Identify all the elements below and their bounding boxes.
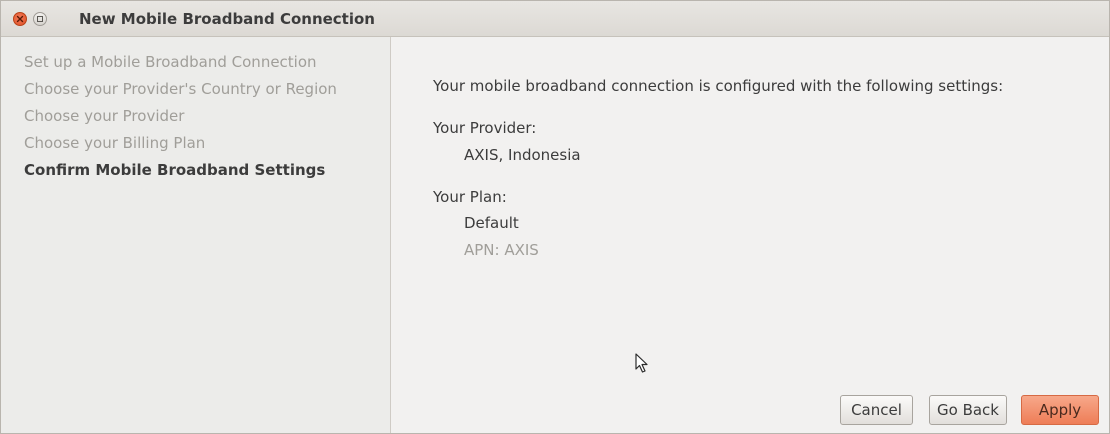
go-back-button[interactable]: Go Back [929,395,1007,425]
dialog-window: New Mobile Broadband Connection Set up a… [0,0,1110,434]
apn-value: APN: AXIS [464,241,539,259]
provider-value: AXIS, Indonesia [464,146,581,164]
mouse-pointer-icon [635,353,648,373]
window-title: New Mobile Broadband Connection [79,10,375,28]
close-icon [16,15,24,23]
plan-heading: Your Plan: [433,188,507,206]
step-setup: Set up a Mobile Broadband Connection [24,53,317,71]
plan-value: Default [464,214,519,232]
maximize-icon [37,16,43,22]
close-button[interactable] [13,12,27,26]
wizard-steps-sidebar: Set up a Mobile Broadband Connection Cho… [1,37,391,433]
step-confirm: Confirm Mobile Broadband Settings [24,161,326,179]
confirm-settings-pane: Your mobile broadband connection is conf… [391,37,1109,433]
apply-button[interactable]: Apply [1021,395,1099,425]
provider-heading: Your Provider: [433,119,537,137]
title-bar[interactable]: New Mobile Broadband Connection [1,1,1109,37]
step-billing-plan: Choose your Billing Plan [24,134,206,152]
intro-text: Your mobile broadband connection is conf… [433,77,1004,95]
maximize-button[interactable] [33,12,47,26]
cancel-button[interactable]: Cancel [840,395,913,425]
step-country: Choose your Provider's Country or Region [24,80,337,98]
step-provider: Choose your Provider [24,107,185,125]
